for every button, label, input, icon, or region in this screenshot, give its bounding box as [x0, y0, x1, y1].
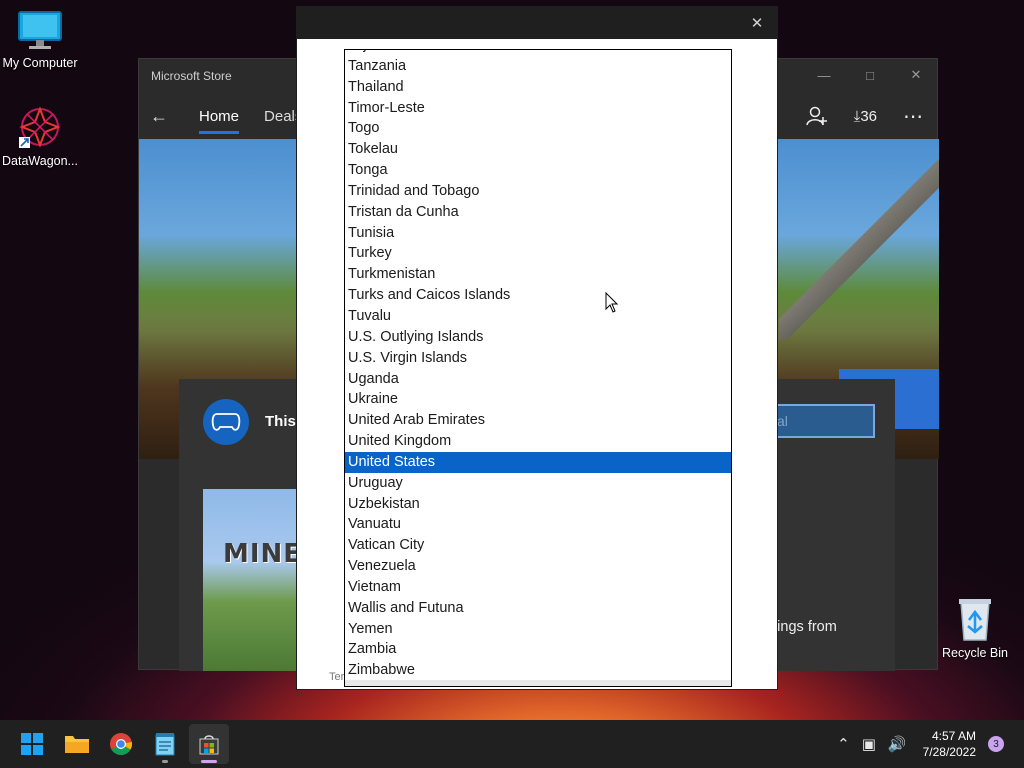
- store-nav-actions: ⤓36 ⋯: [805, 93, 937, 139]
- country-option[interactable]: Tuvalu: [345, 306, 731, 327]
- close-icon[interactable]: ✕: [747, 14, 767, 32]
- monitor-icon: [18, 11, 62, 49]
- country-option[interactable]: Turkmenistan: [345, 264, 731, 285]
- minecraft-logo: MINE: [223, 539, 303, 569]
- account-add-icon[interactable]: [805, 105, 828, 127]
- clock-date: 7/28/2022: [922, 745, 976, 759]
- running-indicator: [162, 760, 168, 763]
- country-dropdown-list[interactable]: TajikistanTanzaniaThailandTimor-LesteTog…: [344, 49, 732, 687]
- notification-badge[interactable]: 3: [988, 736, 1004, 752]
- country-option[interactable]: Tokelau: [345, 139, 731, 160]
- taskbar: ⌃ ▣ 🔊 4:57 AM 7/28/2022 3: [0, 720, 1024, 768]
- country-option[interactable]: Uruguay: [345, 473, 731, 494]
- country-option[interactable]: Ukraine: [345, 389, 731, 410]
- country-option[interactable]: United Kingdom: [345, 431, 731, 452]
- game-controller-icon: [203, 399, 249, 445]
- close-window-button[interactable]: ✕: [893, 59, 939, 91]
- taskbar-file-explorer[interactable]: [57, 724, 97, 764]
- country-option[interactable]: Turks and Caicos Islands: [345, 285, 731, 306]
- country-option[interactable]: Thailand: [345, 77, 731, 98]
- country-option[interactable]: Trinidad and Tobago: [345, 181, 731, 202]
- volume-icon[interactable]: 🔊: [888, 735, 907, 753]
- desktop-icon-label: DataWagon...: [2, 154, 78, 168]
- list-scroll-edge: [345, 680, 731, 686]
- country-option[interactable]: Tunisia: [345, 223, 731, 244]
- promo-action-button[interactable]: al: [773, 404, 875, 438]
- desktop-icon-label: Recycle Bin: [942, 646, 1008, 660]
- folder-icon: [65, 736, 89, 753]
- country-option[interactable]: U.S. Virgin Islands: [345, 348, 731, 369]
- desktop-icon-recycle-bin[interactable]: Recycle Bin: [935, 596, 1015, 660]
- nav-tab-home[interactable]: Home: [199, 108, 240, 134]
- country-option[interactable]: Venezuela: [345, 556, 731, 577]
- notepad-icon: [155, 733, 175, 756]
- active-indicator: [201, 760, 217, 763]
- mouse-cursor-icon: [605, 292, 619, 313]
- country-option[interactable]: Turkey: [345, 243, 731, 264]
- start-button[interactable]: [12, 724, 52, 764]
- country-option[interactable]: United States: [345, 451, 731, 473]
- desktop-icon-label: My Computer: [2, 56, 78, 70]
- taskbar-notepad[interactable]: [145, 724, 185, 764]
- system-tray: ⌃ ▣ 🔊 4:57 AM 7/28/2022 3: [837, 720, 1024, 768]
- taskbar-microsoft-store[interactable]: [189, 724, 229, 764]
- country-option[interactable]: Tristan da Cunha: [345, 202, 731, 223]
- chevron-up-icon[interactable]: ⌃: [837, 735, 850, 753]
- clock-time: 4:57 AM: [931, 729, 976, 743]
- windows-start-icon: [21, 733, 43, 755]
- minimize-button[interactable]: —: [801, 59, 847, 91]
- country-option[interactable]: Timor-Leste: [345, 98, 731, 119]
- country-option[interactable]: Togo: [345, 118, 731, 139]
- downloads-button[interactable]: ⤓36: [854, 108, 877, 125]
- promo-text: This: [265, 413, 296, 430]
- country-option[interactable]: Vanuatu: [345, 514, 731, 535]
- country-option[interactable]: Tonga: [345, 160, 731, 181]
- country-option[interactable]: Tanzania: [345, 56, 731, 77]
- network-icon[interactable]: ▣: [862, 735, 876, 753]
- maximize-button[interactable]: □: [847, 59, 893, 91]
- country-option[interactable]: Wallis and Futuna: [345, 598, 731, 619]
- datawagon-logo-icon: [19, 106, 61, 148]
- country-option[interactable]: United Arab Emirates: [345, 410, 731, 431]
- country-option[interactable]: Zimbabwe: [345, 660, 731, 681]
- desktop-icon-datawagon[interactable]: DataWagon...: [0, 104, 80, 168]
- terms-link[interactable]: Ter: [329, 671, 344, 683]
- country-option[interactable]: Vatican City: [345, 535, 731, 556]
- country-option[interactable]: Uganda: [345, 369, 731, 390]
- country-option[interactable]: Tajikistan: [345, 50, 731, 56]
- country-option[interactable]: U.S. Outlying Islands: [345, 327, 731, 348]
- country-option[interactable]: Vietnam: [345, 577, 731, 598]
- chrome-icon: [110, 733, 133, 755]
- recycle-bin-icon: [959, 599, 991, 641]
- desktop-icon-my-computer[interactable]: My Computer: [0, 10, 80, 70]
- downloads-count: 36: [860, 107, 877, 125]
- country-option[interactable]: Zambia: [345, 639, 731, 660]
- more-options-icon[interactable]: ⋯: [903, 104, 923, 129]
- store-bag-icon: [199, 735, 219, 755]
- back-arrow-icon[interactable]: ←: [139, 106, 179, 127]
- clock[interactable]: 4:57 AM 7/28/2022: [923, 728, 976, 760]
- taskbar-chrome[interactable]: [101, 724, 141, 764]
- country-option[interactable]: Yemen: [345, 619, 731, 640]
- country-options: TajikistanTanzaniaThailandTimor-LesteTog…: [345, 50, 731, 681]
- dialog-titlebar[interactable]: ✕: [297, 7, 777, 39]
- store-window-title: Microsoft Store: [151, 69, 232, 83]
- country-option[interactable]: Uzbekistan: [345, 494, 731, 515]
